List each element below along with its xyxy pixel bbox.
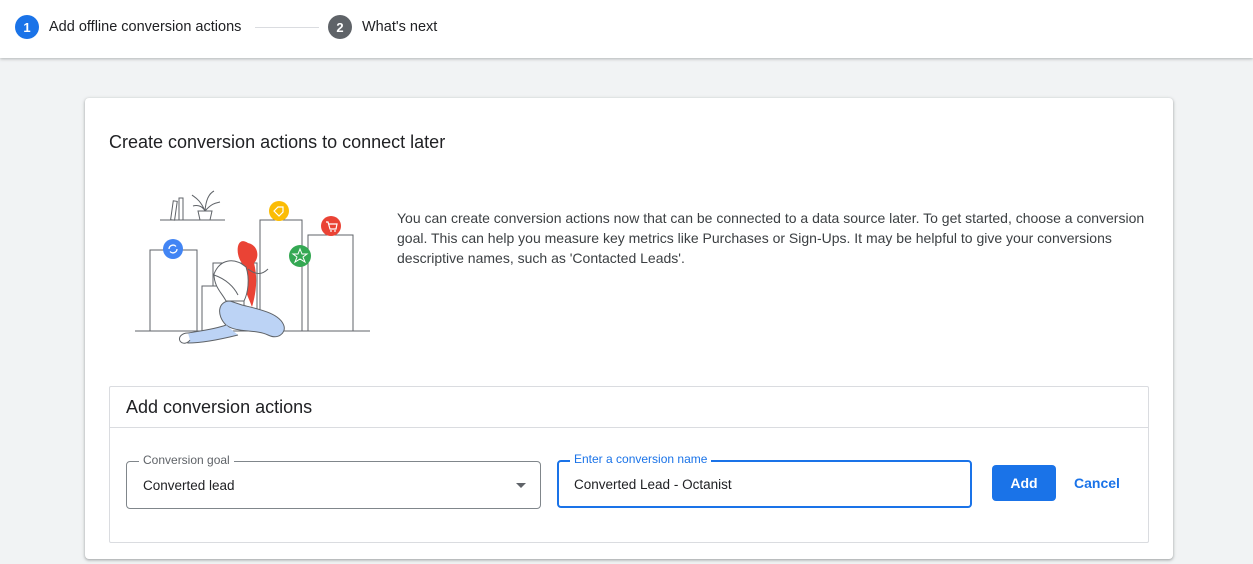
step-1-label: Add offline conversion actions xyxy=(49,19,242,35)
conversion-name-input[interactable]: Enter a conversion name Converted Lead -… xyxy=(557,452,972,508)
tag-icon xyxy=(269,201,289,221)
conversion-goal-select[interactable]: Conversion goal Converted lead xyxy=(126,453,541,509)
add-button[interactable]: Add xyxy=(992,465,1056,501)
conversion-name-label: Enter a conversion name xyxy=(570,452,712,466)
conversion-goal-label: Conversion goal xyxy=(139,453,234,467)
stepper-bar: 1 Add offline conversion actions 2 What'… xyxy=(0,0,1253,58)
panel-title: Add conversion actions xyxy=(110,387,1148,428)
create-conversion-card: Create conversion actions to connect lat… xyxy=(85,98,1173,559)
step-1-number: 1 xyxy=(15,15,39,39)
star-icon xyxy=(289,245,311,267)
step-1[interactable]: 1 Add offline conversion actions xyxy=(15,15,241,39)
sync-icon xyxy=(163,239,183,259)
cart-icon xyxy=(321,216,341,236)
step-2-label: What's next xyxy=(362,19,438,35)
conversion-goal-value: Converted lead xyxy=(143,478,235,493)
step-2[interactable]: 2 What's next xyxy=(328,15,437,39)
conversion-illustration xyxy=(135,190,370,344)
card-title: Create conversion actions to connect lat… xyxy=(109,132,446,152)
step-connector xyxy=(255,27,319,28)
step-2-number: 2 xyxy=(328,15,352,39)
card-description: You can create conversion actions now th… xyxy=(397,210,1145,266)
conversion-name-value[interactable]: Converted Lead - Octanist xyxy=(574,477,732,492)
add-conversion-actions-panel: Add conversion actions Conversion goal C… xyxy=(109,386,1149,543)
cancel-button[interactable]: Cancel xyxy=(1066,465,1128,501)
dropdown-arrow-icon xyxy=(516,483,526,488)
